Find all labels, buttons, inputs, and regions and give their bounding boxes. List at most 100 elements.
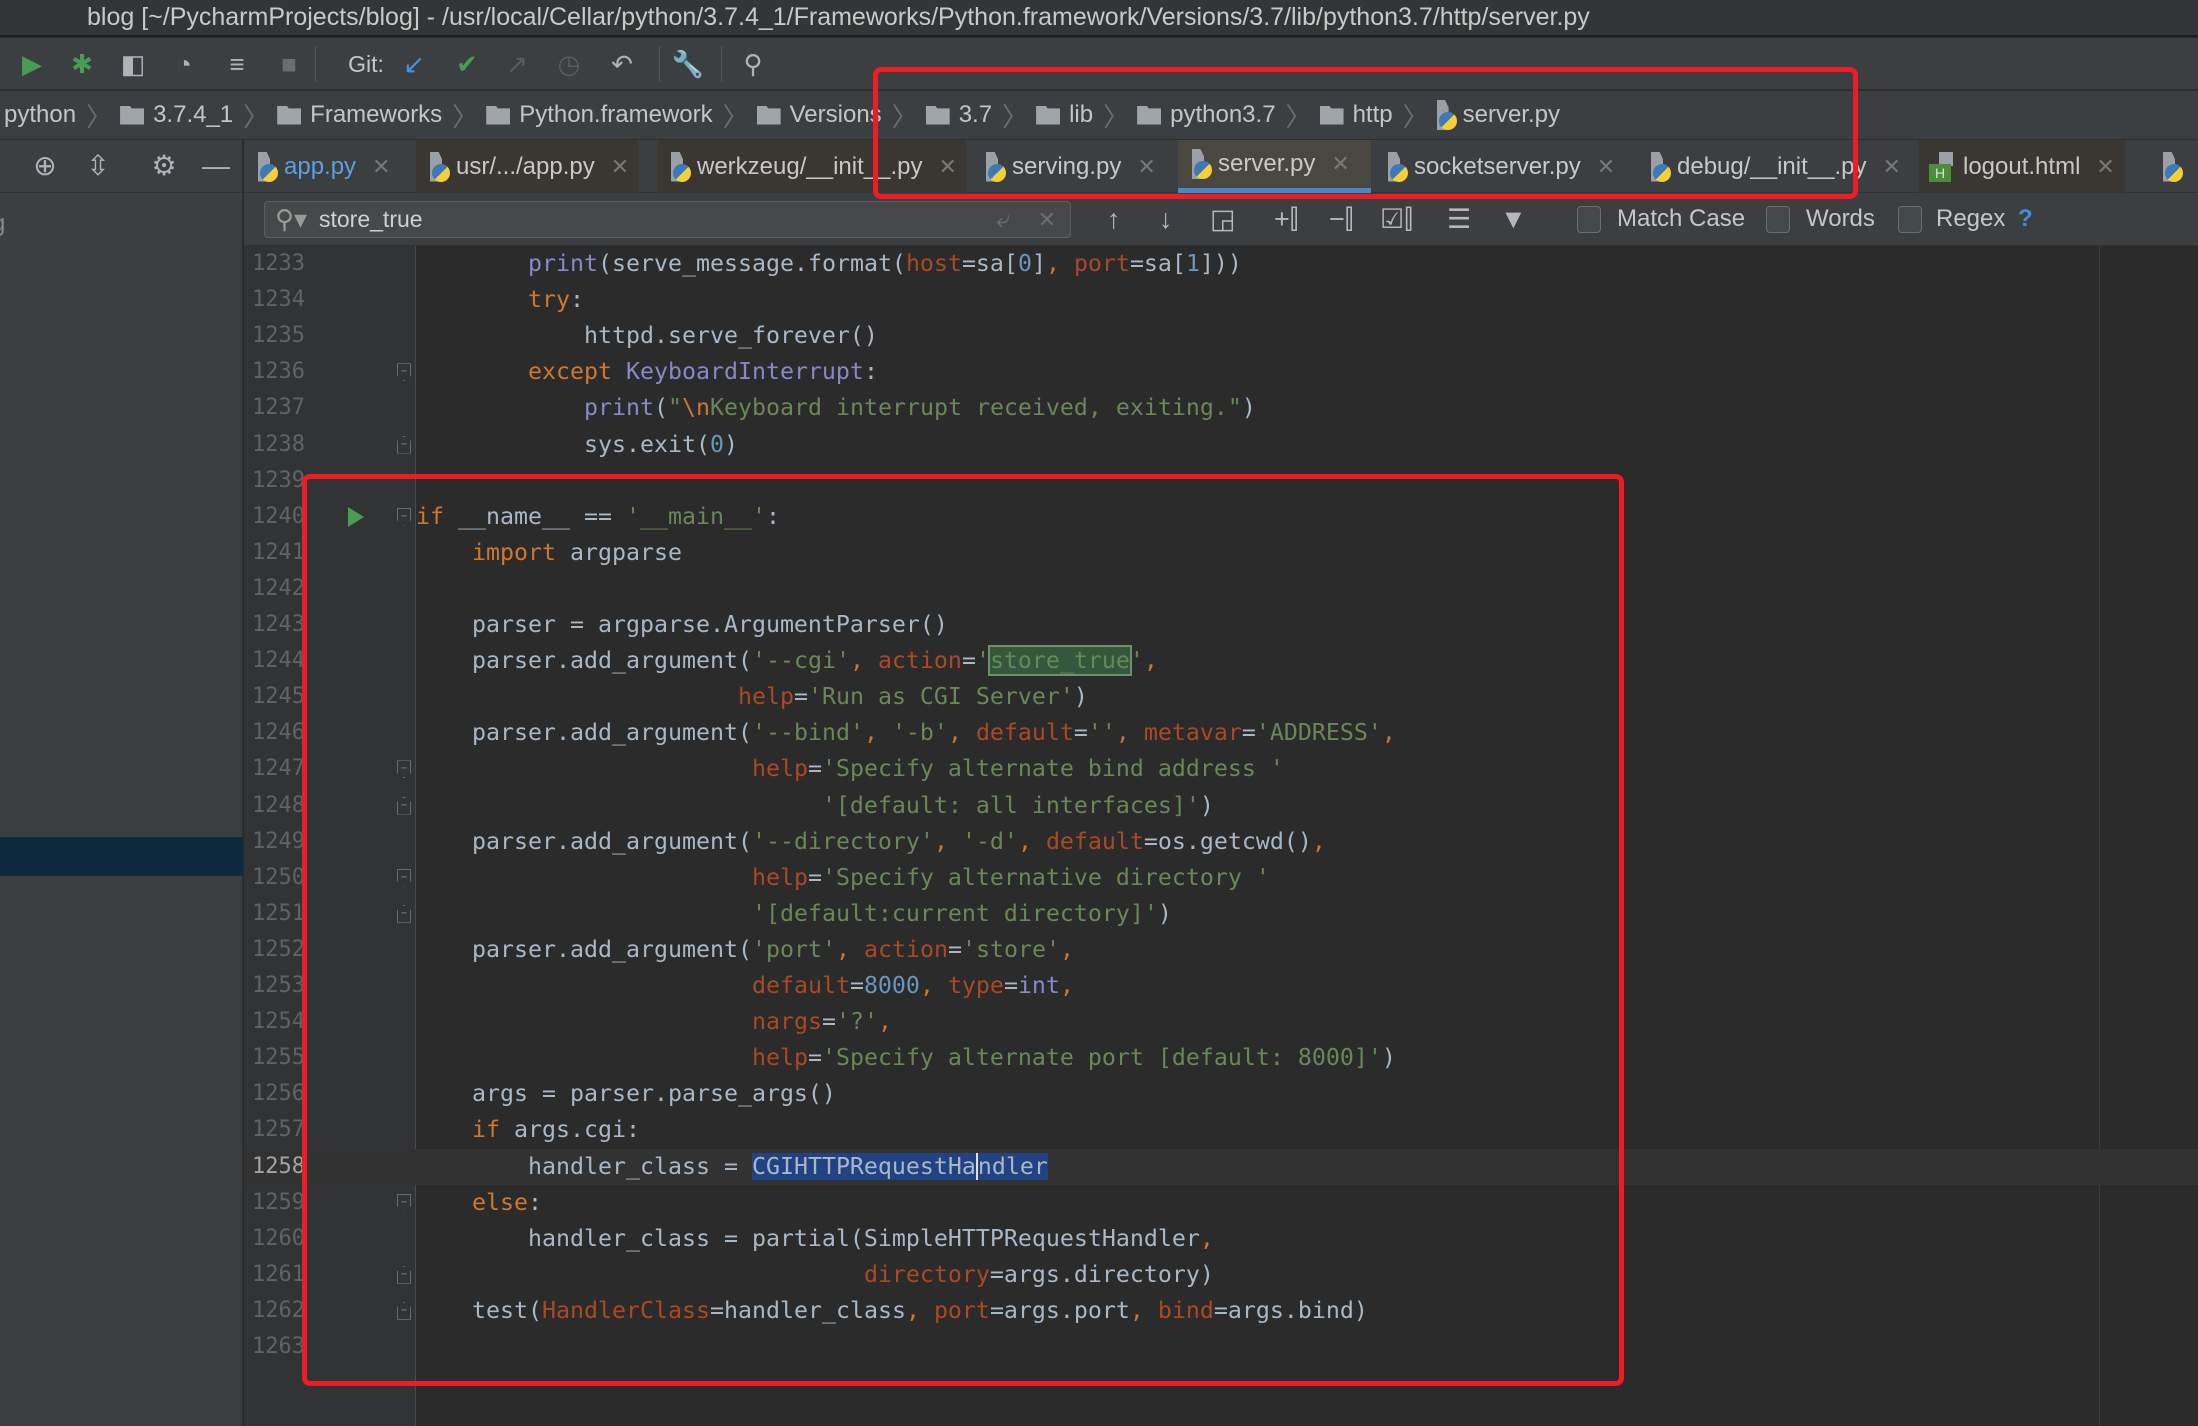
code-line[interactable]: 1239 [244,463,2198,499]
code-line[interactable]: 1234 try: [244,282,2198,318]
close-icon[interactable]: ✕ [938,154,956,180]
clear-icon[interactable]: ✕ [1038,202,1056,237]
breadcrumb-item[interactable]: Frameworks [273,101,442,129]
code-line[interactable]: 1244 parser.add_argument('--cgi', action… [244,643,2198,679]
code-line[interactable]: 1261 − directory=args.directory) [244,1257,2198,1293]
close-icon[interactable]: ✕ [1597,154,1615,180]
wrench-icon[interactable]: 🔧 [672,48,704,80]
breadcrumb-item[interactable]: server.py [1433,100,1560,130]
breadcrumb-item[interactable]: Python.framework [482,101,713,129]
project-tree-fragment[interactable]: g [0,210,5,238]
breadcrumb-item[interactable]: http [1316,101,1393,129]
close-icon[interactable]: ✕ [1137,154,1155,180]
code-line[interactable]: 1253 default=8000, type=int, [244,968,2198,1004]
collapse-all-icon[interactable]: ⇳ [82,150,114,182]
fold-close-icon[interactable]: − [397,435,411,454]
breadcrumb-item[interactable]: 3.7.4_1 [116,101,233,129]
code-line[interactable]: 1256 args = parser.parse_args() [244,1076,2198,1112]
git-update-icon[interactable]: ↙ [398,48,430,80]
code-line[interactable]: 1249 parser.add_argument('--directory', … [244,824,2198,860]
close-icon[interactable]: ✕ [372,154,390,180]
code-line[interactable]: 1242 [244,571,2198,607]
run-concurrency-icon[interactable]: ≡ [221,48,253,80]
breadcrumb-item[interactable]: python3.7 [1133,101,1276,129]
code-line[interactable]: 1245 help='Run as CGI Server') [244,679,2198,715]
search-icon[interactable]: ⚲▾ [275,202,307,237]
fold-close-icon[interactable]: − [397,904,411,923]
code-line[interactable]: 1241 import argparse [244,535,2198,571]
code-line[interactable]: 1250 − help='Specify alternative director… [244,860,2198,896]
fold-close-icon[interactable]: − [397,1265,411,1284]
code-line[interactable]: 1255 help='Specify alternate port [defau… [244,1040,2198,1076]
new-line-icon[interactable]: ⤶ [997,202,1010,237]
fold-close-icon[interactable]: − [397,796,411,815]
breadcrumb-item[interactable]: Versions [753,101,882,129]
code-line[interactable]: 1233 print(serve_message.format(host=sa[… [244,246,2198,282]
stop-icon[interactable]: ■ [273,48,305,80]
regex-help-link[interactable]: ? [2018,203,2033,235]
code-line[interactable]: 1235 httpd.serve_forever() [244,318,2198,354]
tab-werkzeug-init-py[interactable]: werkzeug/__init__.py ✕ [657,140,967,193]
breadcrumb-item[interactable]: 3.7 [922,101,992,129]
breadcrumb-item[interactable]: python [4,101,76,129]
history-icon[interactable]: ◷ [553,48,585,80]
git-commit-icon[interactable]: ✔ [451,48,483,80]
fold-open-icon[interactable]: − [397,1193,411,1212]
locate-icon[interactable]: ⊕ [29,150,61,182]
tab-app-py[interactable]: app.py ✕ [244,140,401,193]
search-input[interactable]: ⚲▾ store_true ⤶ ✕ [264,201,1071,238]
code-line[interactable]: 1251 − '[default:current directory]') [244,896,2198,932]
code-line[interactable]: 1237 print("\nKeyboard interrupt receive… [244,390,2198,426]
tab-debug-init-py[interactable]: debug/__init__.py ✕ [1637,140,1911,193]
hide-icon[interactable]: — [200,150,232,182]
tab-server-py[interactable]: server.py ✕ [1178,140,1371,193]
tab-socketserver-py[interactable]: socketserver.py ✕ [1374,140,1625,193]
close-icon[interactable]: ✕ [1883,154,1901,180]
code-line[interactable]: 1263 [244,1329,2198,1365]
git-push-icon[interactable]: ↗ [501,48,533,80]
code-line[interactable]: 1254 nargs='?', [244,1004,2198,1040]
code-line[interactable]: 1236 − except KeyboardInterrupt: [244,354,2198,390]
run-icon[interactable]: ▶ [16,48,48,80]
close-icon[interactable]: ✕ [611,154,629,180]
tab-serving-py[interactable]: serving.py ✕ [972,140,1166,193]
words-checkbox[interactable] [1766,206,1790,233]
fold-open-icon[interactable]: − [397,507,411,526]
code-line[interactable]: 1257 if args.cgi: [244,1112,2198,1148]
close-icon[interactable]: ✕ [2096,154,2114,180]
previous-occurrence-icon[interactable]: ↑ [1107,202,1121,236]
code-line[interactable]: 1262 − test(HandlerClass=handler_class, p… [244,1293,2198,1329]
gear-icon[interactable]: ⚙ [148,150,180,182]
code-line[interactable]: 1240 − if __name__ == '__main__': [244,499,2198,535]
code-line[interactable]: 1238 − sys.exit(0) [244,427,2198,463]
filter-icon[interactable]: ▼ [1500,202,1527,236]
next-occurrence-icon[interactable]: ↓ [1159,202,1173,236]
code-line[interactable]: 1258 handler_class = CGIHTTPRequestHandl… [244,1148,2198,1185]
search-icon[interactable]: ⚲ [737,48,769,80]
code-line[interactable]: 1252 parser.add_argument('port', action=… [244,932,2198,968]
code-line[interactable]: 1259 − else: [244,1185,2198,1221]
remove-occurrence-icon[interactable]: −⫿ [1329,202,1353,236]
select-occurrences-icon[interactable]: ☑⫿ [1380,202,1413,236]
fold-close-icon[interactable]: − [397,1301,411,1320]
revert-icon[interactable]: ↶ [606,48,638,80]
fold-open-icon[interactable]: − [397,868,411,887]
select-all-occurrences-icon[interactable]: ◲ [1210,202,1236,236]
fold-open-icon[interactable]: − [397,363,411,382]
add-occurrence-icon[interactable]: +⫿ [1274,202,1298,236]
tab-logout-html[interactable]: logout.html ✕ [1919,140,2125,193]
tab-overflow[interactable] [2149,140,2198,193]
fold-open-icon[interactable]: − [397,760,411,779]
code-line[interactable]: 1247 − help='Specify alternate bind addre… [244,751,2198,787]
tab-usr-app-py[interactable]: usr/.../app.py ✕ [416,140,640,193]
breadcrumb-item[interactable]: lib [1032,101,1093,129]
code-line[interactable]: 1260 handler_class = partial(SimpleHTTPR… [244,1221,2198,1257]
regex-checkbox[interactable] [1898,206,1922,233]
code-line[interactable]: 1248 − '[default: all interfaces]') [244,788,2198,824]
coverage-icon[interactable]: ◧ [117,48,149,80]
project-tree-selected-row[interactable] [0,837,243,876]
filter-lines-icon[interactable]: ☰ [1447,202,1471,236]
debug-icon[interactable]: ✱ [66,48,98,80]
profile-icon[interactable]: ◔ [168,48,200,80]
code-line[interactable]: 1243 parser = argparse.ArgumentParser() [244,607,2198,643]
